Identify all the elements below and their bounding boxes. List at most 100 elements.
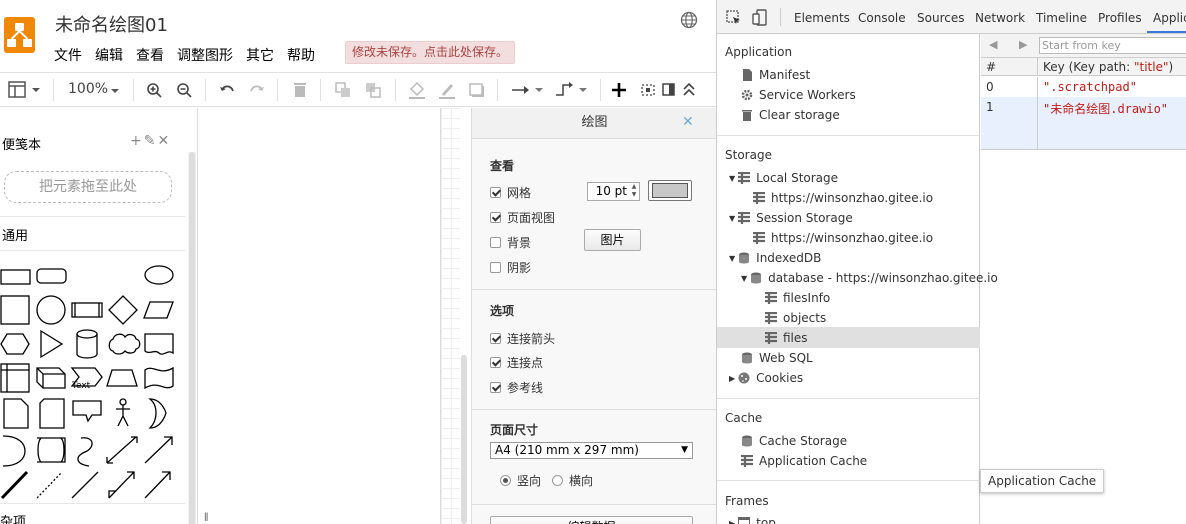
background-checkbox[interactable]: 背景 bbox=[490, 234, 531, 251]
scratchpad-title[interactable]: 便笺本 bbox=[2, 134, 41, 153]
waypoints-icon[interactable] bbox=[554, 80, 588, 100]
grid-icon bbox=[753, 192, 765, 204]
collapse-chevron-icon[interactable] bbox=[682, 80, 696, 100]
database-icon bbox=[741, 435, 753, 447]
shadow-icon[interactable] bbox=[468, 80, 486, 100]
format-panel-icon[interactable] bbox=[662, 80, 676, 100]
zoom-level[interactable]: 100% bbox=[68, 81, 108, 101]
edit-data-button[interactable]: 编辑数据 bbox=[490, 516, 693, 524]
nav-local-storage[interactable]: ▼ Local Storage bbox=[729, 171, 838, 185]
col-index-header[interactable]: # bbox=[986, 60, 996, 74]
pageview-checkbox[interactable]: 页面视图 bbox=[490, 209, 555, 226]
sidebar-scrollbar[interactable] bbox=[188, 152, 196, 524]
nav-cookies[interactable]: ▶ Cookies bbox=[729, 371, 803, 385]
general-title[interactable]: 通用 bbox=[2, 225, 28, 244]
portrait-radio[interactable]: 竖向 bbox=[500, 472, 541, 489]
fill-color-icon[interactable] bbox=[408, 80, 426, 100]
connection-points-checkbox[interactable]: 连接点 bbox=[490, 354, 543, 371]
zoom-out-icon[interactable] bbox=[176, 80, 192, 100]
shadow-checkbox[interactable]: 阴影 bbox=[490, 259, 531, 276]
undo-icon[interactable] bbox=[218, 80, 236, 100]
nav-session-storage[interactable]: ▼ Session Storage bbox=[729, 211, 853, 225]
menu-extras[interactable]: 其它 bbox=[246, 45, 274, 65]
grid-icon bbox=[753, 232, 765, 244]
tab-elements[interactable]: Elements bbox=[794, 11, 850, 25]
start-from-key-input[interactable]: Start from key bbox=[1039, 37, 1186, 54]
paper-size-select[interactable]: A4 (210 mm x 297 mm) ▼ bbox=[490, 442, 693, 459]
canvas-scrollbar[interactable] bbox=[461, 355, 467, 524]
guides-checkbox[interactable]: 参考线 bbox=[490, 379, 543, 396]
general-shapes-palette[interactable]: Text bbox=[0, 260, 185, 505]
menu-file[interactable]: 文件 bbox=[54, 45, 82, 65]
tab-console[interactable]: Console bbox=[858, 11, 906, 25]
grid-size-stepper[interactable]: ▲ ▼ bbox=[629, 183, 639, 200]
misc-title[interactable]: 杂项 bbox=[0, 511, 26, 524]
storage-section-header: Storage bbox=[725, 148, 772, 162]
expand-arrow-icon: ▼ bbox=[729, 253, 736, 263]
scratchpad-dropzone[interactable]: 把元素拖至此处 bbox=[4, 171, 172, 203]
language-globe-icon[interactable] bbox=[680, 11, 698, 29]
unsaved-changes-notice[interactable]: 修改未保存。点击此处保存。 bbox=[345, 41, 516, 64]
diagram-title[interactable]: 未命名绘图01 bbox=[55, 11, 168, 37]
format-panel-title: 绘图 bbox=[472, 108, 717, 139]
image-button[interactable]: 图片 bbox=[584, 229, 641, 251]
grid-icon bbox=[738, 172, 751, 184]
splitter-handle[interactable]: ǁ bbox=[204, 512, 208, 522]
panel-toggle-icon[interactable] bbox=[8, 80, 40, 100]
canvas-grid-edge bbox=[440, 108, 460, 524]
to-front-icon[interactable] bbox=[334, 80, 352, 100]
col-key-header[interactable]: Key (Key path: "title") bbox=[1043, 60, 1173, 74]
text-shape[interactable]: Text bbox=[72, 381, 90, 391]
menu-arrange[interactable]: 调整图形 bbox=[177, 45, 233, 65]
nav-web-sql[interactable]: Web SQL bbox=[741, 351, 813, 365]
tab-profiles[interactable]: Profiles bbox=[1098, 11, 1142, 25]
table-row[interactable]: 0 ".scratchpad" bbox=[981, 77, 1186, 97]
next-page-icon[interactable]: ▶ bbox=[1019, 38, 1027, 51]
nav-store-filesinfo[interactable]: filesInfo bbox=[765, 291, 830, 305]
expand-arrow-icon: ▼ bbox=[741, 273, 748, 283]
table-row-selected[interactable]: 1 "未命名绘图.drawio" bbox=[981, 97, 1186, 149]
insert-plus-icon[interactable] bbox=[611, 80, 627, 100]
grid-color-button[interactable] bbox=[648, 180, 692, 201]
nav-indexeddb[interactable]: ▼ IndexedDB bbox=[729, 251, 821, 265]
drawing-canvas[interactable] bbox=[199, 108, 471, 524]
nav-clear-storage[interactable]: Clear storage bbox=[741, 108, 840, 122]
prev-page-icon[interactable]: ◀ bbox=[989, 38, 997, 51]
connection-arrows-checkbox[interactable]: 连接箭头 bbox=[490, 330, 555, 347]
device-toolbar-icon[interactable] bbox=[752, 9, 768, 27]
edit-icon[interactable]: ✎ bbox=[144, 133, 158, 149]
redo-icon[interactable] bbox=[248, 80, 266, 100]
nav-database[interactable]: ▼ database - https://winsonzhao.gitee.io bbox=[741, 271, 998, 285]
inspect-element-icon[interactable] bbox=[726, 10, 742, 26]
nav-frame-top[interactable]: ▶ top bbox=[729, 516, 776, 524]
nav-application-cache[interactable]: Application Cache bbox=[741, 454, 867, 468]
nav-session-storage-origin[interactable]: https://winsonzhao.gitee.io bbox=[753, 231, 933, 245]
nav-manifest[interactable]: Manifest bbox=[741, 68, 810, 82]
grid-checkbox[interactable]: 网格 bbox=[490, 184, 531, 201]
to-back-icon[interactable] bbox=[364, 80, 382, 100]
fit-window-icon[interactable] bbox=[639, 80, 657, 100]
menu-view[interactable]: 查看 bbox=[136, 45, 164, 65]
close-icon[interactable]: ✕ bbox=[157, 133, 171, 149]
nav-service-workers[interactable]: Service Workers bbox=[741, 88, 856, 102]
close-format-icon[interactable]: ✕ bbox=[682, 114, 694, 130]
menu-help[interactable]: 帮助 bbox=[287, 45, 315, 65]
delete-icon[interactable] bbox=[292, 80, 308, 100]
menu-edit[interactable]: 编辑 bbox=[95, 45, 123, 65]
tab-sources[interactable]: Sources bbox=[917, 11, 964, 25]
landscape-radio[interactable]: 横向 bbox=[552, 472, 593, 489]
nav-store-files[interactable]: files bbox=[765, 331, 808, 345]
tab-network[interactable]: Network bbox=[975, 11, 1025, 25]
tab-timeline[interactable]: Timeline bbox=[1036, 11, 1087, 25]
indexeddb-data-view: ◀ ▶ Start from key # Key (Key path: "tit… bbox=[981, 34, 1186, 524]
nav-local-storage-origin[interactable]: https://winsonzhao.gitee.io bbox=[753, 191, 933, 205]
nav-store-objects[interactable]: objects bbox=[765, 311, 826, 325]
collapse-arrow-icon: ▶ bbox=[729, 518, 736, 524]
connection-arrow-icon[interactable] bbox=[510, 80, 544, 100]
zoom-in-icon[interactable] bbox=[146, 80, 162, 100]
zoom-dropdown-icon[interactable] bbox=[110, 80, 120, 100]
add-icon[interactable]: + bbox=[130, 133, 144, 149]
tab-application[interactable]: Applic bbox=[1153, 11, 1186, 25]
line-color-icon[interactable] bbox=[438, 80, 456, 100]
nav-cache-storage[interactable]: Cache Storage bbox=[741, 434, 847, 448]
